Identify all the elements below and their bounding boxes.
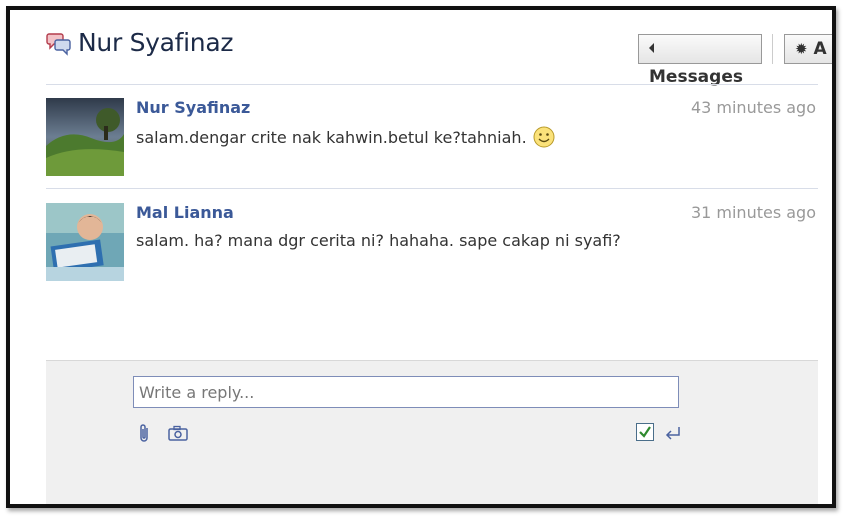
avatar[interactable] bbox=[46, 203, 124, 281]
chat-bubbles-icon bbox=[46, 33, 71, 56]
checkmark-icon bbox=[639, 426, 651, 438]
enter-to-send-checkbox[interactable] bbox=[636, 423, 654, 441]
message-body: salam.dengar crite nak kahwin.betul ke?t… bbox=[136, 126, 555, 148]
message-item: Nur Syafinaz 43 minutes ago salam.dengar… bbox=[46, 98, 818, 188]
camera-icon[interactable] bbox=[168, 425, 188, 441]
message-text: salam.dengar crite nak kahwin.betul ke?t… bbox=[136, 128, 527, 147]
message-timestamp: 43 minutes ago bbox=[690, 98, 816, 117]
thread-header: Nur Syafinaz Messages ✹ A bbox=[46, 26, 832, 87]
actions-button[interactable]: ✹ A bbox=[784, 34, 832, 64]
reply-input[interactable] bbox=[133, 376, 679, 408]
message-author[interactable]: Nur Syafinaz bbox=[136, 98, 250, 117]
message-timestamp: 31 minutes ago bbox=[690, 203, 816, 222]
message-body: salam. ha? mana dgr cerita ni? hahaha. s… bbox=[136, 231, 621, 250]
chevron-left-icon bbox=[649, 43, 654, 53]
paperclip-icon[interactable] bbox=[138, 423, 152, 443]
actions-button-label: A bbox=[813, 39, 827, 59]
header-divider bbox=[46, 84, 818, 85]
window-frame: Nur Syafinaz Messages ✹ A Nur Syafinaz 4… bbox=[6, 6, 836, 508]
gear-icon: ✹ bbox=[795, 40, 808, 58]
page-title: Nur Syafinaz bbox=[78, 28, 234, 57]
toolbar-divider bbox=[772, 34, 773, 64]
avatar[interactable] bbox=[46, 98, 124, 176]
message-author[interactable]: Mal Lianna bbox=[136, 203, 234, 222]
enter-arrow-icon bbox=[665, 427, 680, 440]
message-thread: Nur Syafinaz Messages ✹ A Nur Syafinaz 4… bbox=[10, 10, 832, 504]
message-divider bbox=[46, 188, 818, 189]
smiley-icon bbox=[533, 126, 555, 148]
message-item: Mal Lianna 31 minutes ago salam. ha? man… bbox=[46, 203, 818, 293]
reply-composer bbox=[46, 360, 818, 504]
messages-button[interactable]: Messages bbox=[638, 34, 762, 87]
